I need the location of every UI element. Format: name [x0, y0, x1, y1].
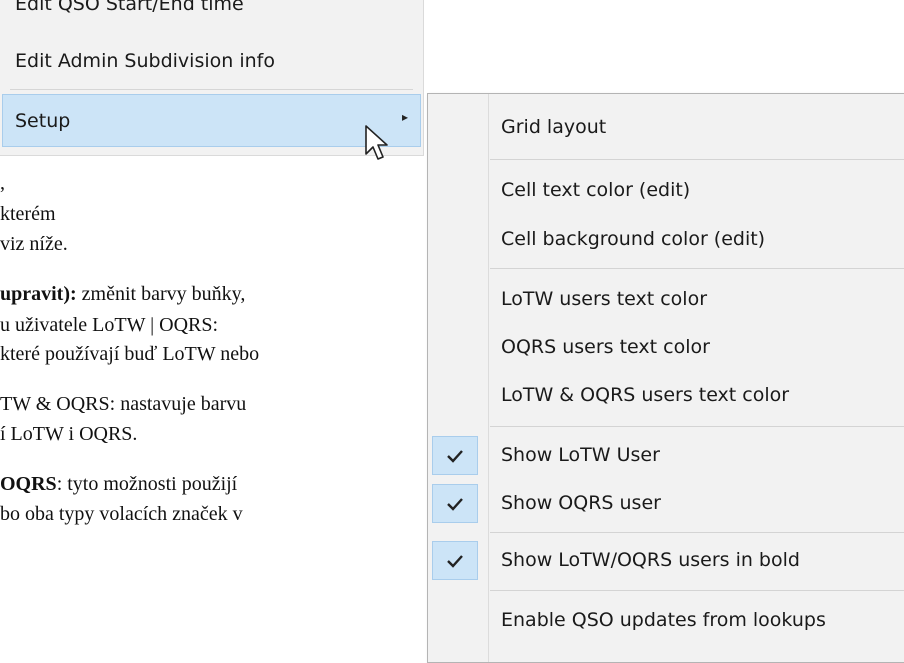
- menu-separator: [490, 159, 904, 160]
- menu-item-cell-background-color[interactable]: Cell background color (edit): [501, 228, 765, 250]
- menu-item-lotw-text-color[interactable]: LoTW users text color: [501, 288, 707, 310]
- doc-line: kterém: [0, 203, 56, 225]
- doc-line: ,: [0, 172, 5, 194]
- doc-line: které používají buď LoTW nebo: [0, 343, 260, 365]
- submenu-arrow-icon: ▸: [402, 110, 409, 124]
- menu-separator: [490, 426, 904, 427]
- menu-item-edit-qso-time[interactable]: Edit QSO Start/End time: [15, 0, 244, 15]
- menu-separator: [490, 590, 904, 591]
- doc-line: OQRS: tyto možnosti použijí: [0, 473, 238, 495]
- menu-item-lotw-oqrs-text-color[interactable]: LoTW & OQRS users text color: [501, 384, 789, 406]
- menu-separator: [10, 89, 413, 90]
- menu-item-show-bold[interactable]: Show LoTW/OQRS users in bold: [501, 549, 800, 571]
- doc-line: u uživatele LoTW | OQRS:: [0, 314, 219, 336]
- checkmark-icon: [432, 541, 478, 580]
- menu-item-grid-layout[interactable]: Grid layout: [501, 116, 606, 138]
- doc-line: TW & OQRS: nastavuje barvu: [0, 393, 247, 415]
- menu-gutter: [488, 94, 489, 662]
- doc-line: bo oba typy volacích značek v: [0, 503, 243, 525]
- menu-item-oqrs-text-color[interactable]: OQRS users text color: [501, 336, 710, 358]
- menu-item-edit-admin-subdivision[interactable]: Edit Admin Subdivision info: [15, 50, 275, 72]
- context-menu: Edit QSO Start/End time Edit Admin Subdi…: [0, 0, 424, 160]
- checkmark-icon: [432, 484, 478, 523]
- menu-item-show-lotw-user[interactable]: Show LoTW User: [501, 444, 660, 466]
- checkmark-icon: [432, 436, 478, 475]
- menu-item-setup[interactable]: Setup: [15, 110, 70, 132]
- menu-separator: [490, 532, 904, 533]
- menu-item-show-oqrs-user[interactable]: Show OQRS user: [501, 492, 661, 514]
- menu-separator: [490, 268, 904, 269]
- doc-line: viz níže.: [0, 233, 68, 255]
- menu-item-enable-qso-updates[interactable]: Enable QSO updates from lookups: [501, 609, 826, 631]
- doc-line: í LoTW i OQRS.: [0, 423, 138, 445]
- menu-item-cell-text-color[interactable]: Cell text color (edit): [501, 179, 690, 201]
- mouse-cursor-icon: [365, 125, 388, 160]
- setup-submenu: Grid layout Cell text color (edit) Cell …: [427, 93, 904, 663]
- doc-line: upravit): změnit barvy buňky,: [0, 283, 246, 305]
